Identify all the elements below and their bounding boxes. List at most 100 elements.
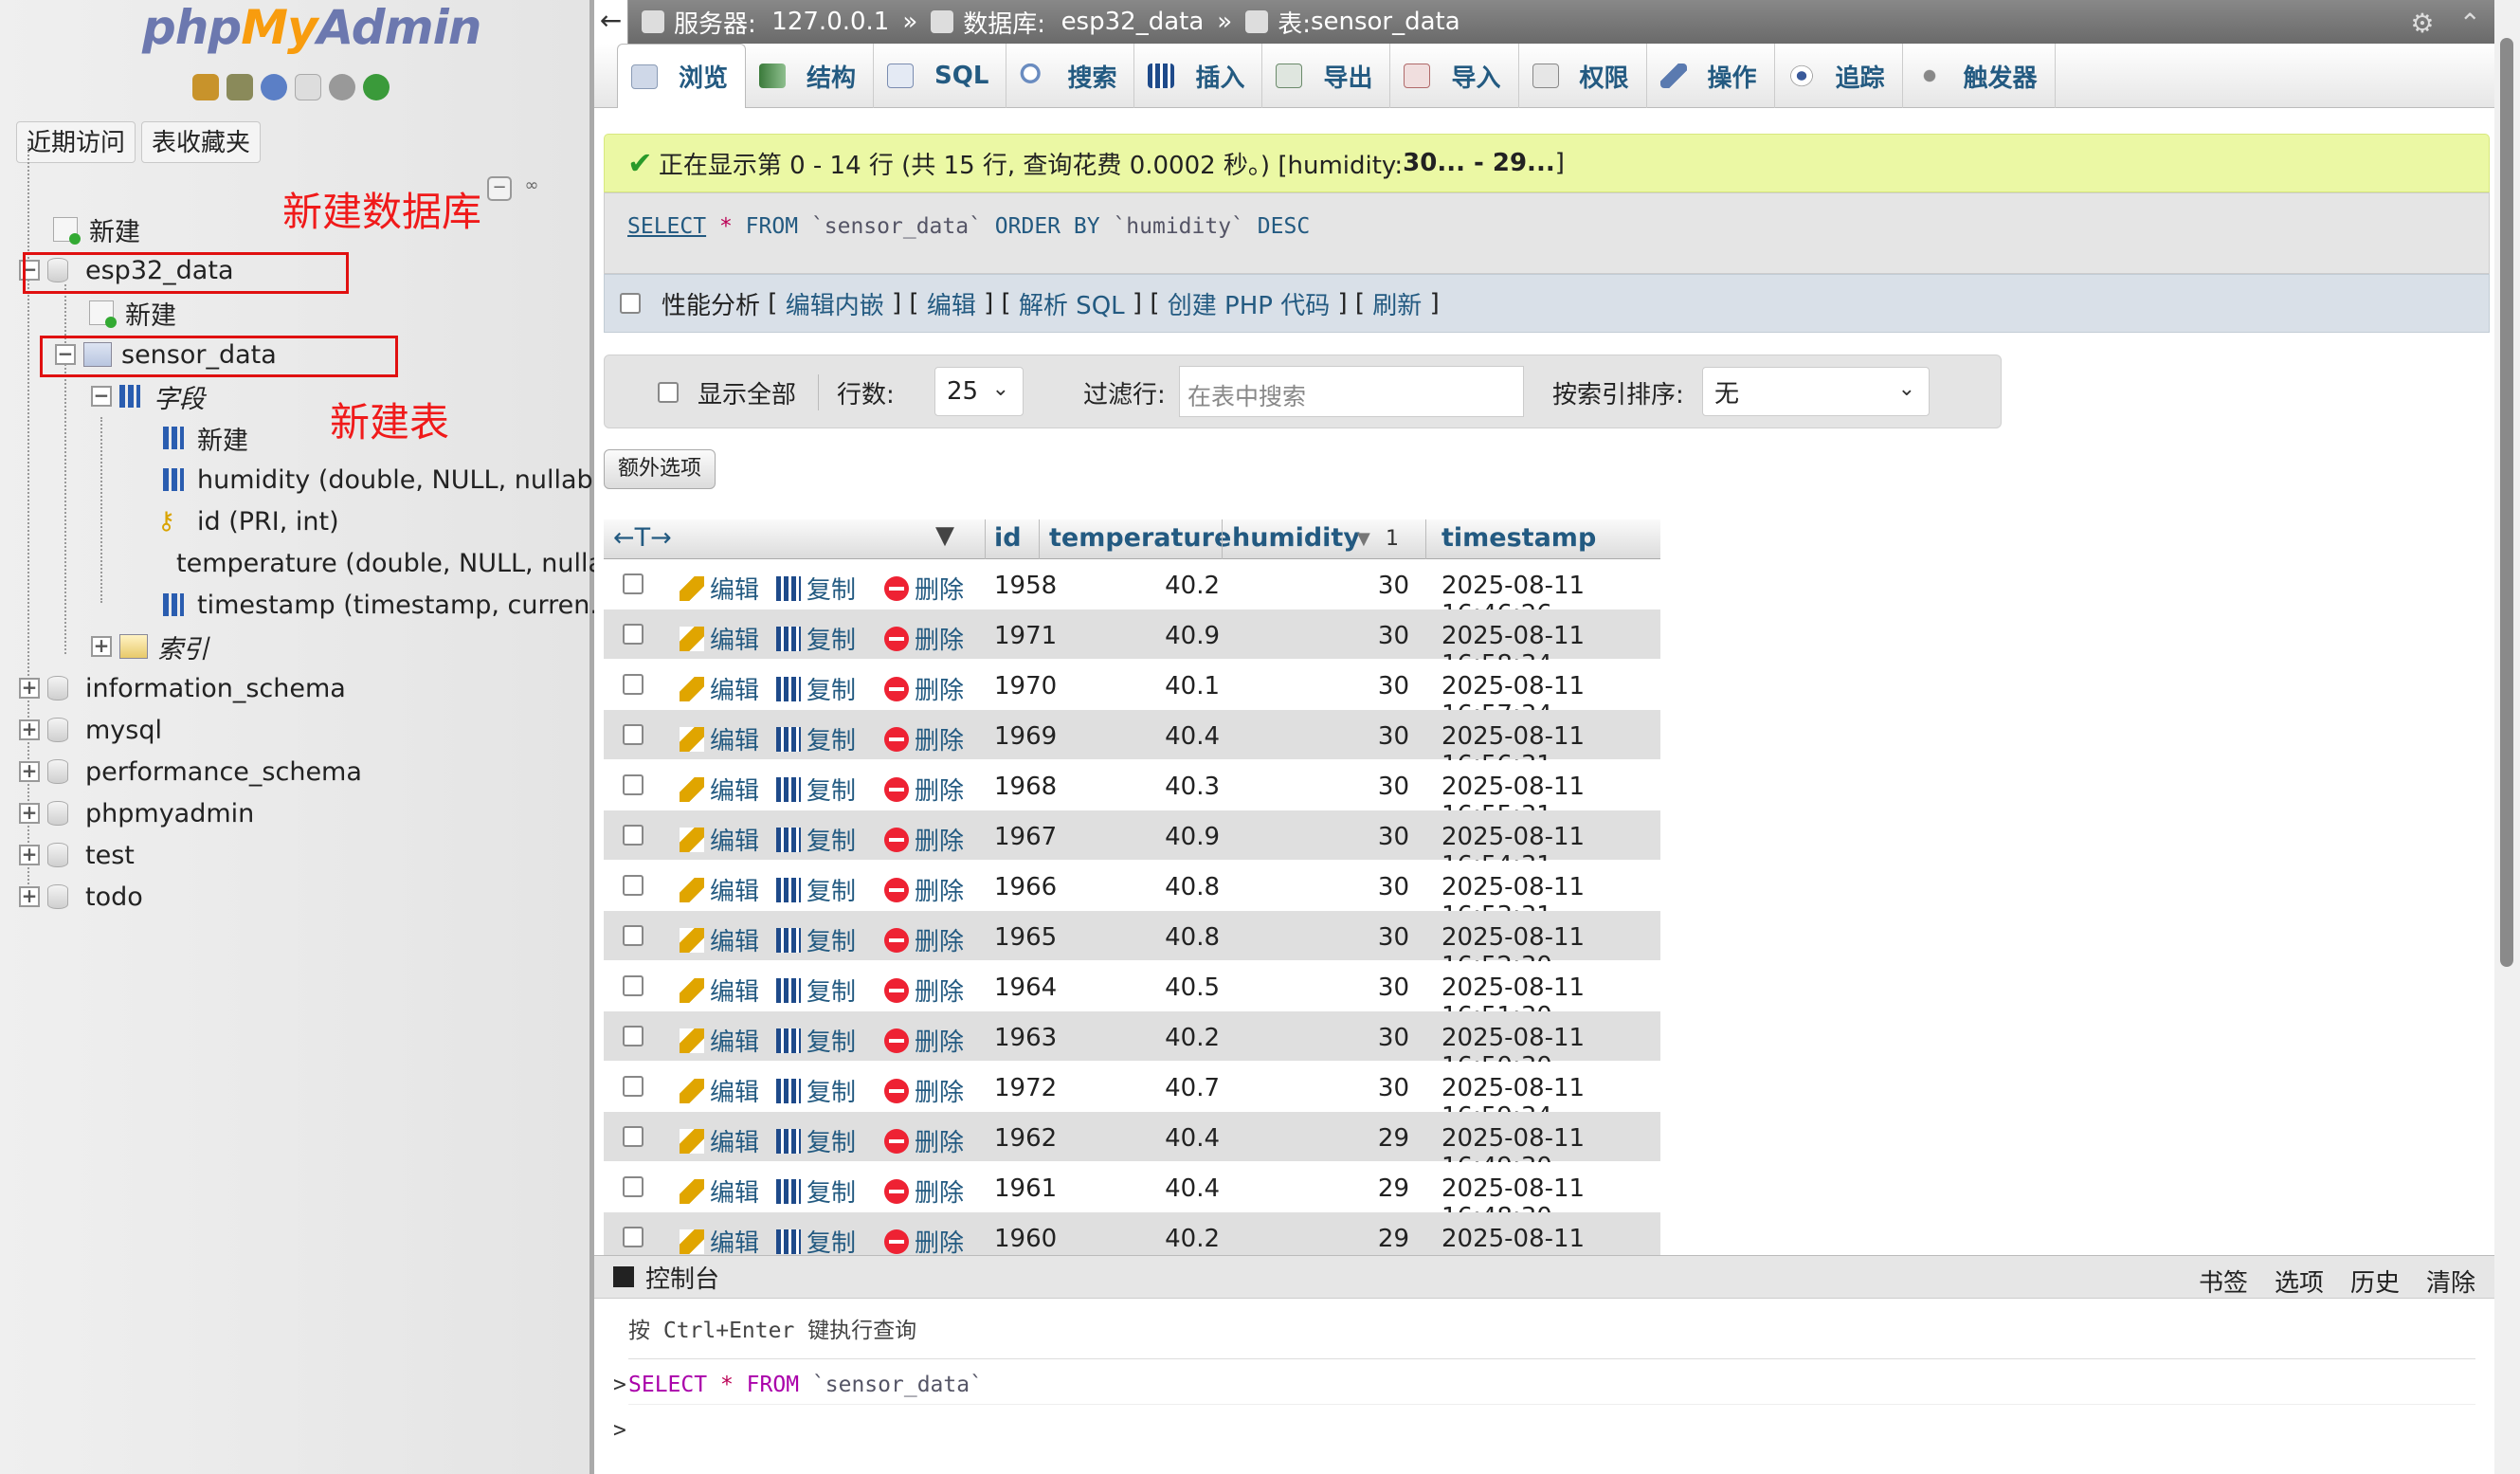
copy-row-button[interactable]: 复制 — [776, 1023, 856, 1058]
cell-id[interactable]: 1962 — [994, 1124, 1057, 1153]
delete-row-button[interactable]: 删除 — [884, 671, 964, 706]
edit-row-button[interactable]: 编辑 — [680, 571, 759, 606]
expand-icon[interactable]: + — [19, 845, 40, 865]
row-checkbox[interactable] — [623, 875, 644, 896]
cell-temperature[interactable]: 40.4 — [1134, 1124, 1220, 1153]
row-checkbox[interactable] — [623, 825, 644, 846]
row-checkbox[interactable] — [623, 674, 644, 695]
cell-humidity[interactable]: 29 — [1352, 1225, 1409, 1253]
cell-humidity[interactable]: 30 — [1352, 923, 1409, 952]
cell-humidity[interactable]: 30 — [1352, 773, 1409, 801]
tab-browse[interactable]: 浏览 — [617, 44, 747, 108]
phpmyadmin-logo[interactable]: phpMyAdmin — [142, 0, 481, 66]
show-all-checkbox[interactable] — [658, 382, 679, 403]
cell-humidity[interactable]: 29 — [1352, 1174, 1409, 1203]
logout-icon[interactable] — [227, 74, 253, 100]
header-timestamp[interactable]: timestamp — [1441, 523, 1596, 553]
row-checkbox[interactable] — [623, 1126, 644, 1147]
console-history-query[interactable]: > SELECT * FROM `sensor_data` — [613, 1359, 2475, 1405]
copy-row-button[interactable]: 复制 — [776, 973, 856, 1008]
collapse-icon[interactable]: − — [91, 386, 112, 407]
column-arrows-icon[interactable]: ←T→ — [613, 523, 672, 553]
header-humidity[interactable]: humidity — [1232, 523, 1360, 553]
header-temperature[interactable]: temperature — [1049, 523, 1231, 553]
row-checkbox[interactable] — [623, 925, 644, 946]
delete-row-button[interactable]: 删除 — [884, 721, 964, 756]
expand-icon[interactable]: + — [19, 761, 40, 782]
cell-temperature[interactable]: 40.2 — [1134, 1024, 1220, 1052]
cell-temperature[interactable]: 40.4 — [1134, 1174, 1220, 1203]
copy-row-button[interactable]: 复制 — [776, 671, 856, 706]
tree-db-performance-schema[interactable]: + performance_schema — [19, 753, 362, 791]
tree-indexes[interactable]: + 索引 — [91, 628, 208, 665]
delete-row-button[interactable]: 删除 — [884, 1073, 964, 1108]
cell-id[interactable]: 1958 — [994, 572, 1057, 600]
settings-gear-icon[interactable]: ⚙ — [2410, 8, 2434, 39]
edit-row-button[interactable]: 编辑 — [680, 721, 759, 756]
copy-row-button[interactable]: 复制 — [776, 1174, 856, 1209]
collapse-all-icon[interactable]: − — [487, 176, 512, 201]
console-header[interactable]: 控制台 书签 选项 历史 清除 — [594, 1256, 2494, 1299]
edit-inline-link[interactable]: 编辑内嵌 — [786, 286, 884, 321]
tree-column-temperature[interactable]: temperature (double, NULL, nullabl — [163, 544, 594, 582]
delete-row-button[interactable]: 删除 — [884, 822, 964, 857]
column-menu-icon[interactable]: ▼ — [935, 521, 954, 550]
row-checkbox[interactable] — [623, 724, 644, 745]
delete-row-button[interactable]: 删除 — [884, 1174, 964, 1209]
copy-row-button[interactable]: 复制 — [776, 772, 856, 807]
tree-fields[interactable]: − 字段 — [91, 377, 205, 415]
console-clear-link[interactable]: 清除 — [2426, 1264, 2475, 1299]
cell-humidity[interactable]: 30 — [1352, 572, 1409, 600]
copy-row-button[interactable]: 复制 — [776, 571, 856, 606]
edit-row-button[interactable]: 编辑 — [680, 671, 759, 706]
row-checkbox[interactable] — [623, 1176, 644, 1197]
cell-id[interactable]: 1967 — [994, 823, 1057, 851]
help-icon[interactable] — [261, 74, 287, 100]
cell-humidity[interactable]: 29 — [1352, 1124, 1409, 1153]
reload-icon[interactable] — [363, 74, 390, 100]
profiling-checkbox[interactable] — [620, 293, 641, 314]
cell-humidity[interactable]: 30 — [1352, 622, 1409, 650]
tab-search[interactable]: 搜索 — [1006, 44, 1135, 108]
refresh-link[interactable]: 刷新 — [1372, 286, 1422, 321]
row-checkbox[interactable] — [623, 1026, 644, 1046]
tree-column-timestamp[interactable]: timestamp (timestamp, curren...) — [163, 586, 625, 624]
cell-temperature[interactable]: 40.5 — [1134, 974, 1220, 1002]
cell-id[interactable]: 1972 — [994, 1074, 1057, 1102]
cell-humidity[interactable]: 30 — [1352, 672, 1409, 701]
back-arrow-icon[interactable]: ← — [594, 0, 628, 44]
tree-db-mysql[interactable]: + mysql — [19, 711, 162, 749]
breadcrumb-server[interactable]: 服务器: 127.0.0.1 — [642, 5, 889, 40]
cell-id[interactable]: 1965 — [994, 923, 1057, 952]
tab-privileges[interactable]: 权限 — [1519, 44, 1647, 108]
favorites-tab[interactable]: 表收藏夹 — [141, 121, 262, 163]
copy-row-button[interactable]: 复制 — [776, 872, 856, 907]
tree-new-db[interactable]: 新建 — [53, 210, 140, 248]
edit-row-button[interactable]: 编辑 — [680, 772, 759, 807]
recent-tab[interactable]: 近期访问 — [16, 121, 136, 163]
header-id[interactable]: id — [994, 523, 1022, 553]
edit-row-button[interactable]: 编辑 — [680, 1224, 759, 1255]
expand-icon[interactable]: + — [91, 636, 112, 657]
delete-row-button[interactable]: 删除 — [884, 1224, 964, 1255]
cell-id[interactable]: 1968 — [994, 773, 1057, 801]
cell-timestamp[interactable]: 2025-08-11 16:47:29 — [1441, 1225, 1660, 1255]
page-scrollbar[interactable] — [2494, 0, 2520, 1474]
filter-input[interactable]: 在表中搜索 — [1179, 366, 1524, 417]
cell-temperature[interactable]: 40.7 — [1134, 1074, 1220, 1102]
console-history-link[interactable]: 历史 — [2350, 1264, 2400, 1299]
edit-row-button[interactable]: 编辑 — [680, 822, 759, 857]
delete-row-button[interactable]: 删除 — [884, 571, 964, 606]
edit-row-button[interactable]: 编辑 — [680, 872, 759, 907]
row-checkbox[interactable] — [623, 975, 644, 996]
delete-row-button[interactable]: 删除 — [884, 1123, 964, 1158]
cell-temperature[interactable]: 40.1 — [1134, 672, 1220, 701]
row-checkbox[interactable] — [623, 624, 644, 645]
cell-id[interactable]: 1969 — [994, 722, 1057, 751]
cell-humidity[interactable]: 30 — [1352, 722, 1409, 751]
tree-column-id[interactable]: ⚷ id (PRI, int) — [157, 502, 339, 540]
tab-structure[interactable]: 结构 — [746, 44, 875, 108]
tree-new-column[interactable]: 新建 — [163, 419, 248, 457]
edit-row-button[interactable]: 编辑 — [680, 1174, 759, 1209]
cell-temperature[interactable]: 40.4 — [1134, 722, 1220, 751]
